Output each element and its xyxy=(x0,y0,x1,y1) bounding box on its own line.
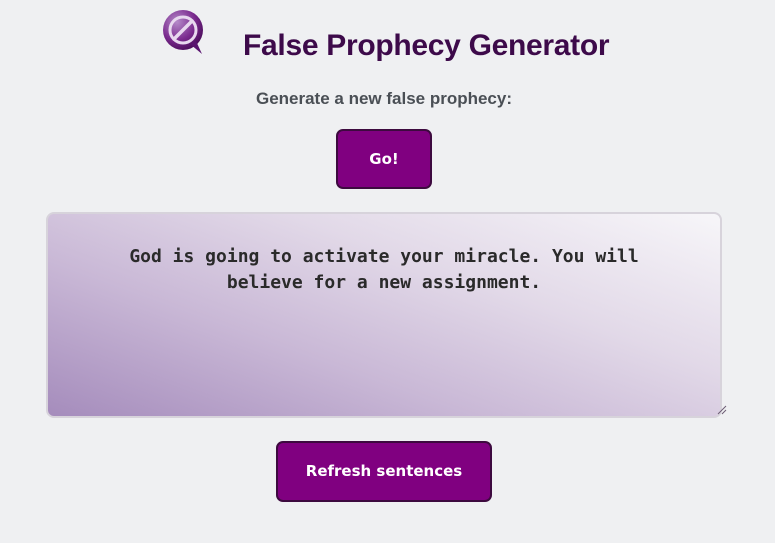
prophecy-output-textarea[interactable]: God is going to activate your miracle. Y… xyxy=(46,212,722,418)
go-button[interactable]: Go! xyxy=(336,129,432,189)
refresh-sentences-button[interactable]: Refresh sentences xyxy=(276,441,492,502)
page: False Prophecy Generator Generate a new … xyxy=(0,0,775,543)
resize-handle-icon[interactable] xyxy=(715,403,727,415)
page-title: False Prophecy Generator xyxy=(243,29,610,62)
prompt-label: Generate a new false prophecy: xyxy=(255,89,513,108)
speech-bubble-slash-icon xyxy=(163,10,203,54)
